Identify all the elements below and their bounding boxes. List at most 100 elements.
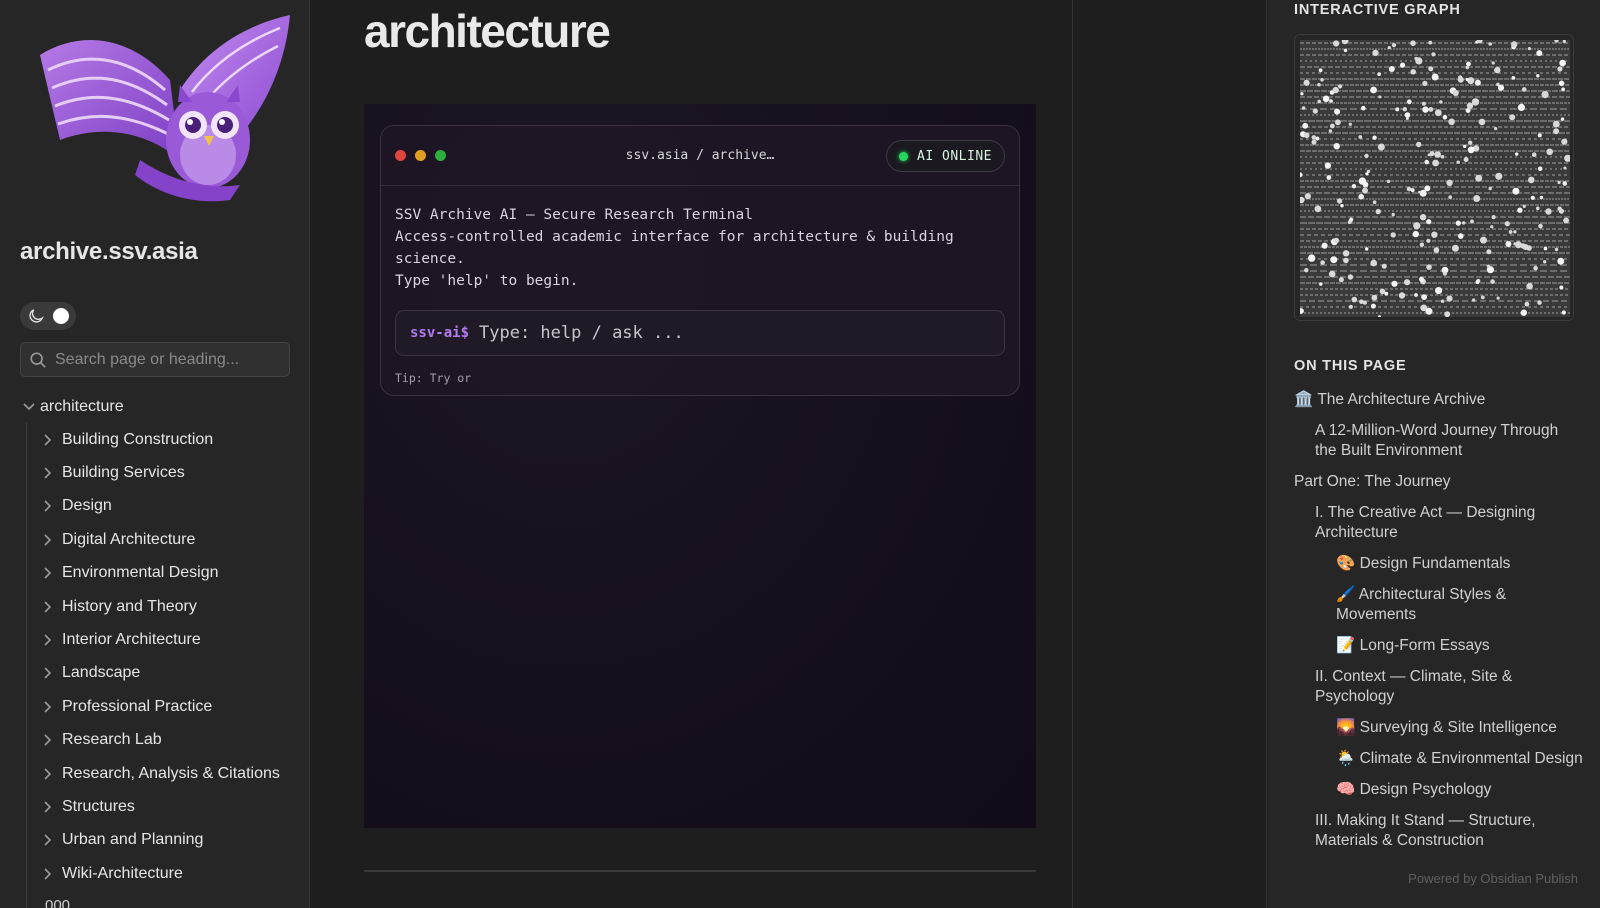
graph-node[interactable] bbox=[1391, 280, 1398, 287]
graph-node[interactable] bbox=[1421, 101, 1426, 106]
file-item[interactable]: 000 bbox=[27, 890, 305, 908]
graph-node[interactable] bbox=[1365, 247, 1369, 251]
graph-node[interactable] bbox=[1434, 109, 1442, 117]
graph-node[interactable] bbox=[1466, 61, 1471, 67]
graph-node[interactable] bbox=[1546, 148, 1553, 156]
graph-node[interactable] bbox=[1428, 107, 1434, 112]
graph-node[interactable] bbox=[1561, 310, 1566, 315]
graph-node[interactable] bbox=[1386, 179, 1391, 184]
graph-node[interactable] bbox=[1404, 279, 1411, 286]
graph-node[interactable] bbox=[1452, 89, 1459, 97]
graph-node[interactable] bbox=[1505, 241, 1512, 247]
graph-node[interactable] bbox=[1391, 212, 1395, 217]
graph-node[interactable] bbox=[1495, 172, 1503, 180]
graph-node[interactable] bbox=[1412, 230, 1419, 238]
graph-node[interactable] bbox=[1431, 52, 1436, 57]
graph-node[interactable] bbox=[1431, 73, 1439, 81]
folder-item[interactable]: Structures bbox=[27, 790, 305, 823]
folder-item[interactable]: Research Lab bbox=[27, 724, 305, 757]
graph-node[interactable] bbox=[1351, 184, 1357, 189]
graph-node[interactable] bbox=[1390, 232, 1396, 238]
graph-node[interactable] bbox=[1512, 187, 1520, 195]
graph-node[interactable] bbox=[1333, 143, 1340, 150]
graph-node[interactable] bbox=[1440, 299, 1445, 303]
site-name[interactable]: archive.ssv.asia bbox=[20, 238, 198, 266]
graph-node[interactable] bbox=[1414, 56, 1418, 61]
folder-item[interactable]: Building Services bbox=[27, 456, 305, 489]
graph-node[interactable] bbox=[1446, 179, 1453, 186]
graph-node[interactable] bbox=[1563, 217, 1569, 224]
graph-node[interactable] bbox=[1343, 257, 1349, 264]
toc-link[interactable]: A 12-Million-Word Journey Through the Bu… bbox=[1294, 421, 1584, 461]
graph-node[interactable] bbox=[1340, 204, 1344, 208]
graph-node[interactable] bbox=[1488, 186, 1492, 191]
graph-node[interactable] bbox=[1455, 220, 1461, 226]
graph-node[interactable] bbox=[1304, 193, 1311, 200]
graph-node[interactable] bbox=[1558, 208, 1564, 214]
folder-item[interactable]: Urban and Planning bbox=[27, 824, 305, 857]
graph-node[interactable] bbox=[1530, 195, 1535, 200]
graph-node[interactable] bbox=[1335, 119, 1341, 126]
graph-node[interactable] bbox=[1511, 76, 1516, 80]
graph-node[interactable] bbox=[1456, 160, 1460, 164]
graph-node[interactable] bbox=[1362, 187, 1368, 194]
graph-node[interactable] bbox=[1511, 41, 1518, 48]
graph-node[interactable] bbox=[1311, 135, 1317, 140]
graph-node[interactable] bbox=[1463, 144, 1467, 149]
toc-link[interactable]: 🌦️ Climate & Environmental Design bbox=[1294, 749, 1584, 769]
graph-node[interactable] bbox=[1358, 177, 1367, 185]
graph-node[interactable] bbox=[1543, 246, 1548, 251]
toc-link[interactable]: Part One: The Journey bbox=[1294, 472, 1584, 492]
graph-node[interactable] bbox=[1302, 122, 1309, 129]
graph-node[interactable] bbox=[1384, 291, 1389, 296]
graph-node[interactable] bbox=[1490, 279, 1495, 284]
graph-node[interactable] bbox=[1531, 152, 1537, 157]
graph-node[interactable] bbox=[1312, 108, 1318, 114]
owl-book-logo-icon[interactable] bbox=[30, 10, 300, 210]
graph-node[interactable] bbox=[1557, 257, 1565, 265]
graph-node[interactable] bbox=[1563, 166, 1567, 170]
graph-node[interactable] bbox=[1319, 282, 1323, 286]
graph-node[interactable] bbox=[1365, 172, 1369, 176]
graph-node[interactable] bbox=[1463, 157, 1469, 162]
graph-node[interactable] bbox=[1414, 293, 1418, 297]
graph-node[interactable] bbox=[1321, 242, 1328, 249]
graph-node[interactable] bbox=[1561, 138, 1568, 145]
graph-node[interactable] bbox=[1349, 217, 1354, 222]
graph-node[interactable] bbox=[1413, 222, 1421, 230]
graph-node[interactable] bbox=[1419, 276, 1424, 282]
graph-node[interactable] bbox=[1378, 95, 1382, 99]
graph-node[interactable] bbox=[1434, 151, 1441, 158]
graph-node[interactable] bbox=[1338, 277, 1344, 283]
graph-node[interactable] bbox=[1522, 204, 1526, 208]
graph-node[interactable] bbox=[1342, 250, 1350, 257]
search-input[interactable] bbox=[55, 347, 283, 373]
powered-by-footer[interactable]: Powered by Obsidian Publish bbox=[1408, 871, 1578, 886]
graph-node[interactable] bbox=[1330, 256, 1338, 264]
graph-node[interactable] bbox=[1428, 40, 1433, 45]
graph-node[interactable] bbox=[1486, 249, 1492, 255]
graph-node[interactable] bbox=[1472, 298, 1476, 302]
graph-node[interactable] bbox=[1348, 304, 1353, 309]
graph-node[interactable] bbox=[1303, 132, 1308, 136]
graph-node[interactable] bbox=[1467, 146, 1475, 154]
graph-node[interactable] bbox=[1473, 195, 1481, 202]
graph-node[interactable] bbox=[1557, 66, 1563, 72]
graph-node[interactable] bbox=[1458, 233, 1464, 239]
folder-item[interactable]: Wiki-Architecture bbox=[27, 857, 305, 890]
graph-node[interactable] bbox=[1539, 195, 1544, 200]
graph-node[interactable] bbox=[1425, 307, 1433, 315]
graph-node[interactable] bbox=[1536, 74, 1540, 78]
toc-link[interactable]: 🖌️ Architectural Styles & Movements bbox=[1294, 585, 1584, 625]
graph-node[interactable] bbox=[1406, 99, 1412, 105]
graph-node[interactable] bbox=[1358, 193, 1364, 200]
theme-toggle[interactable] bbox=[20, 302, 76, 330]
graph-node[interactable] bbox=[1402, 107, 1407, 112]
graph-node[interactable] bbox=[1398, 292, 1406, 299]
graph-node[interactable] bbox=[1486, 264, 1491, 268]
graph-node[interactable] bbox=[1521, 87, 1527, 92]
graph-node[interactable] bbox=[1370, 303, 1376, 309]
graph-node[interactable] bbox=[1424, 159, 1429, 165]
folder-item[interactable]: Professional Practice bbox=[27, 690, 305, 723]
graph-node[interactable] bbox=[1478, 118, 1486, 126]
